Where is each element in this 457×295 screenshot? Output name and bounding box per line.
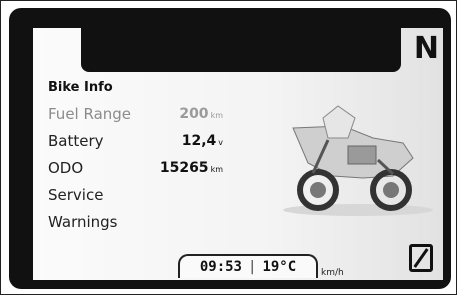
display-screen: N Bike Info Fuel Range 200 km Battery 12,… [33, 28, 443, 280]
odo-number: 15265 [159, 160, 209, 176]
speed-unit: km/h [321, 268, 344, 278]
menu-item-battery[interactable]: Battery [48, 132, 104, 150]
zero-symbol-icon [409, 244, 433, 272]
dashboard-frame: N Bike Info Fuel Range 200 km Battery 12,… [0, 0, 457, 295]
fuel-range-value: 200 km [179, 106, 223, 122]
status-separator: | [248, 259, 257, 275]
battery-number: 12,4 [181, 133, 217, 149]
clock-time: 09:53 [199, 259, 242, 275]
odo-value: 15265 km [160, 160, 223, 176]
menu-title: Bike Info [48, 80, 113, 95]
battery-unit: v [218, 138, 223, 147]
motorcycle-image [283, 105, 433, 216]
odo-unit: km [210, 165, 223, 174]
battery-value: 12,4 v [182, 133, 223, 149]
display-bezel: N Bike Info Fuel Range 200 km Battery 12,… [9, 8, 451, 289]
gear-indicator: N [413, 31, 439, 66]
menu-item-odo[interactable]: ODO [48, 159, 83, 177]
menu-item-fuel-range[interactable]: Fuel Range [48, 105, 131, 123]
menu-item-warnings[interactable]: Warnings [48, 213, 118, 231]
temperature-readout: 19°C [262, 259, 297, 275]
zero-slash-icon [413, 248, 429, 268]
status-bar: 09:53 | 19°C [178, 254, 318, 278]
top-info-bar [81, 28, 401, 72]
fuel-range-number: 200 [179, 106, 209, 122]
menu-item-service[interactable]: Service [48, 186, 103, 204]
fuel-range-unit: km [210, 111, 223, 120]
